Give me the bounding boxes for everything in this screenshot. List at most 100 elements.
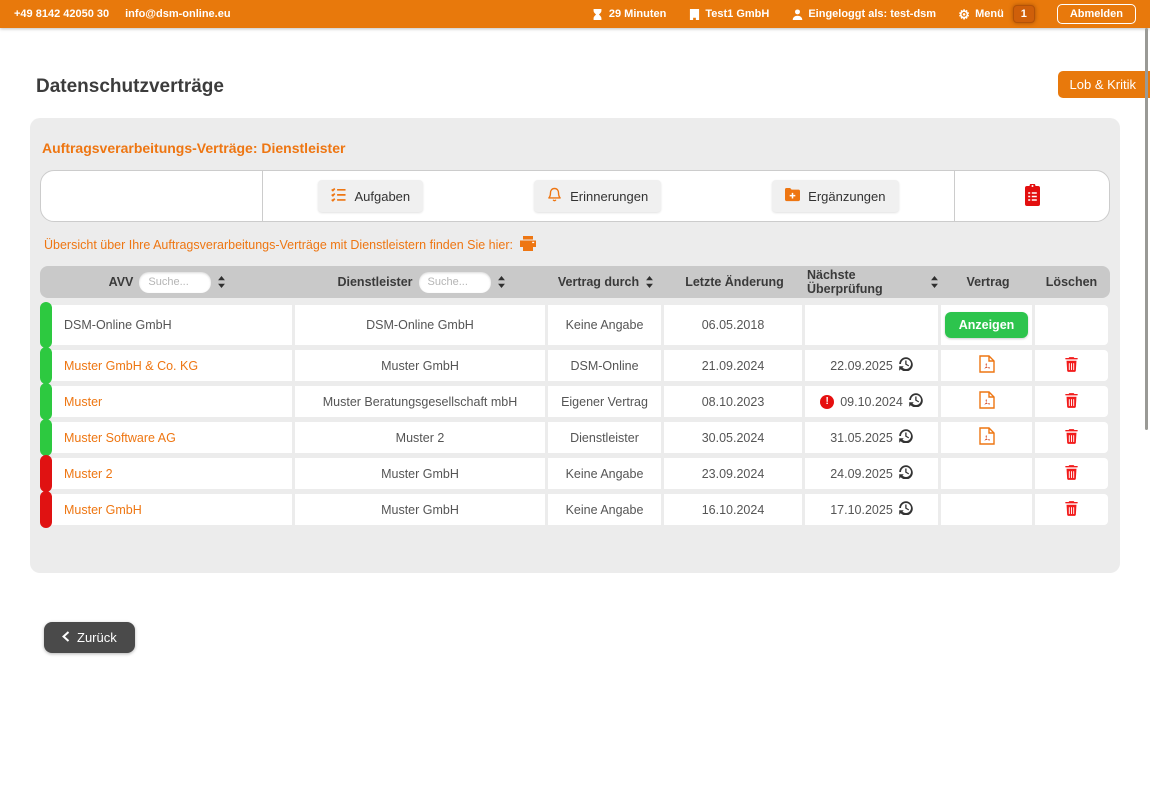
pdf-icon[interactable] [979,391,995,412]
pdf-icon[interactable] [979,355,995,376]
toolbar-report-section [954,171,1109,221]
vertrag-cell: Anzeigen [941,458,1035,489]
avv-search-input[interactable] [139,272,211,293]
email-link[interactable]: info@dsm-online.eu [125,8,230,20]
naechste-pruefung-date: 09.10.2024 [840,395,903,409]
history-icon[interactable] [899,429,913,446]
letzte-aenderung-date: 08.10.2023 [702,395,765,409]
loeschen-cell [1035,350,1108,381]
aufgaben-button[interactable]: Aufgaben [318,180,423,212]
avv-cell: Muster GmbH & Co. KG [40,350,295,381]
loeschen-cell [1035,494,1108,525]
ergaenzungen-button[interactable]: Ergänzungen [772,180,898,212]
letzte-aenderung-cell: 08.10.2023 [664,386,805,417]
history-icon[interactable] [899,357,913,374]
ergaenzungen-label: Ergänzungen [808,189,885,204]
dienstleister-search-input[interactable] [419,272,491,293]
naechste-pruefung-cell: ! 24.09.2025 [805,458,941,489]
history-icon[interactable] [899,465,913,482]
folder-plus-icon [785,187,800,205]
avv-name[interactable]: DSM-Online GmbH [64,318,172,332]
trash-icon[interactable] [1065,393,1078,411]
topbar: +49 8142 42050 30 info@dsm-online.eu 29 … [0,0,1150,28]
aufgaben-label: Aufgaben [354,189,410,204]
vertrag-durch-cell: Keine Angabe [548,458,664,489]
letzte-aenderung-cell: 16.10.2024 [664,494,805,525]
notification-badge[interactable]: 1 [1013,5,1035,23]
chevron-left-icon [62,630,70,645]
session-timer-label: 29 Minuten [609,8,666,20]
session-timer: 29 Minuten [592,8,666,20]
naechste-pruefung-cell: ! 17.10.2025 [805,494,941,525]
phone-number[interactable]: +49 8142 42050 30 [14,8,109,20]
dienstleister-header-label: Dienstleister [337,275,412,289]
dienstleister-name: Muster 2 [396,431,445,445]
overdue-alert-icon: ! [820,395,834,409]
table-row: Muster Software AG Muster 2 Dienstleiste… [40,422,1110,453]
dienstleister-name: Muster GmbH [381,467,459,481]
history-icon[interactable] [909,393,923,410]
clipboard-report-button[interactable] [1024,184,1041,209]
company-name: Test1 GmbH [705,8,769,20]
toolbar-buttons-section: Aufgaben Erinnerungen Ergänzungen [263,171,954,221]
scrollbar-thumb[interactable] [1145,28,1148,430]
back-button[interactable]: Zurück [44,622,135,653]
avv-cell: Muster [40,386,295,417]
avv-name[interactable]: Muster GmbH & Co. KG [64,359,198,373]
trash-icon[interactable] [1065,465,1078,483]
printer-icon[interactable] [520,236,536,254]
dienstleister-name: DSM-Online GmbH [366,318,474,332]
letzte-aenderung-cell: 06.05.2018 [664,305,805,345]
letzte-aenderung-date: 30.05.2024 [702,431,765,445]
table-row: Muster Muster Beratungsgesellschaft mbH … [40,386,1110,417]
table-row: Muster GmbH Muster GmbH Keine Angabe 16.… [40,494,1110,525]
letzte-aenderung-header-label: Letzte Änderung [685,275,784,289]
sort-icon-vertrag-durch[interactable] [645,276,654,288]
menu-button[interactable]: ⚙ Menü 1 [958,5,1035,23]
avv-cell: DSM-Online GmbH [40,305,295,345]
avv-name[interactable]: Muster Software AG [64,431,176,445]
trash-icon[interactable] [1065,501,1078,519]
vertrag-durch-value: Keine Angabe [566,503,644,517]
avv-name[interactable]: Muster 2 [64,467,113,481]
gear-icon: ⚙ [958,8,970,20]
user-icon [791,8,803,20]
naechste-pruefung-date: 31.05.2025 [830,431,893,445]
company-menu[interactable]: Test1 GmbH [688,8,769,20]
avv-name[interactable]: Muster [64,395,102,409]
vertrag-durch-value: Keine Angabe [566,467,644,481]
dienstleister-cell: Muster GmbH [295,494,548,525]
letzte-aenderung-cell: 30.05.2024 [664,422,805,453]
vertrag-durch-cell: Dienstleister [548,422,664,453]
history-icon[interactable] [899,501,913,518]
sort-icon-avv[interactable] [217,276,226,288]
avv-name[interactable]: Muster GmbH [64,503,142,517]
back-button-label: Zurück [77,630,117,645]
pdf-icon[interactable] [979,427,995,448]
letzte-aenderung-cell: 23.09.2024 [664,458,805,489]
sort-icon-dienstleister[interactable] [497,276,506,288]
column-header-vertrag-durch: Vertrag durch [548,275,664,289]
loeschen-cell [1035,458,1108,489]
dienstleister-cell: Muster GmbH [295,350,548,381]
dienstleister-name: Muster GmbH [381,503,459,517]
tasks-icon [331,187,346,205]
trash-icon[interactable] [1065,357,1078,375]
building-icon [688,8,700,20]
hourglass-icon [592,8,604,20]
letzte-aenderung-date: 16.10.2024 [702,503,765,517]
erinnerungen-button[interactable]: Erinnerungen [534,180,661,212]
sort-icon-naechste-ueberpruefung[interactable] [930,276,939,288]
contracts-panel: Auftragsverarbeitungs-Verträge: Dienstle… [30,118,1120,573]
logged-in-user: Eingeloggt als: test-dsm [791,8,936,20]
trash-icon[interactable] [1065,429,1078,447]
avv-header-label: AVV [109,275,134,289]
table-body: DSM-Online GmbH DSM-Online GmbH Keine An… [40,305,1110,525]
clipboard-icon [1024,194,1041,209]
feedback-button[interactable]: Lob & Kritik [1058,71,1150,98]
logout-button[interactable]: Abmelden [1057,4,1136,24]
panel-heading: Auftragsverarbeitungs-Verträge: Dienstle… [42,140,1110,156]
vertrag-cell: Anzeigen [941,422,1035,453]
logged-in-label: Eingeloggt als: test-dsm [808,8,936,20]
anzeigen-button[interactable]: Anzeigen [945,312,1029,338]
